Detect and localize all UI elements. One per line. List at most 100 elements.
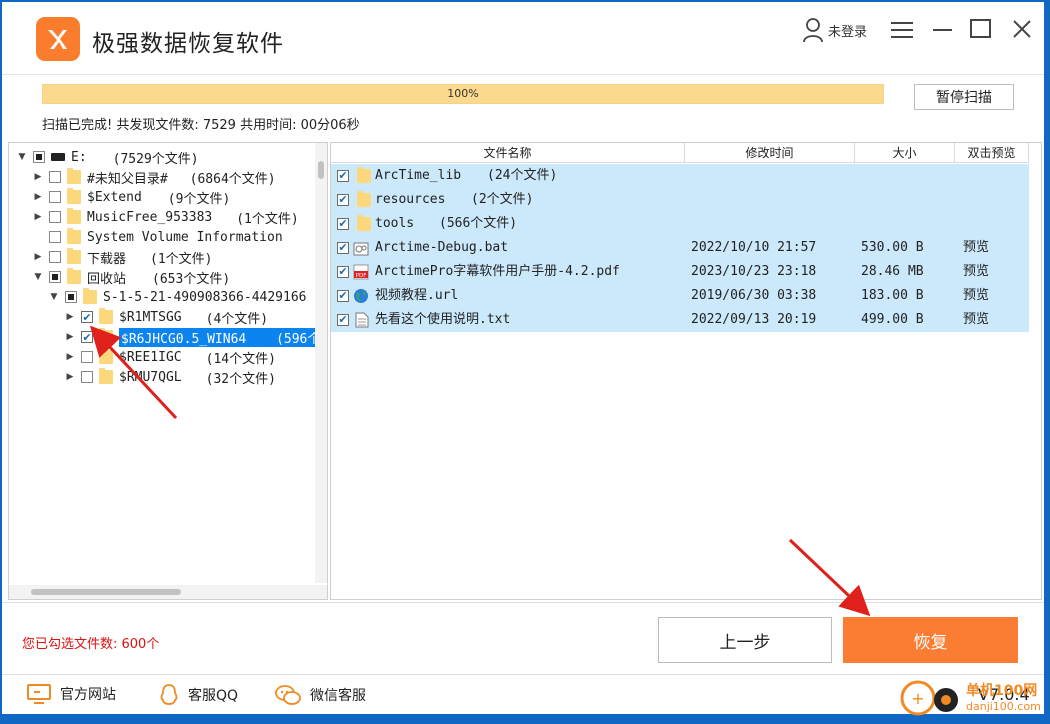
wechat-support-link[interactable]: 微信客服 xyxy=(274,683,366,707)
tree-checkbox[interactable] xyxy=(65,291,77,303)
tree-item-downloader[interactable]: ▶ 下载器 (1个文件) xyxy=(31,247,213,267)
tree-checkbox-checked[interactable]: ✔ xyxy=(81,311,93,324)
tree-item-selected: $R6JHCG0.5_WIN64 (596个 xyxy=(119,327,323,347)
official-website-link[interactable]: 官方网站 xyxy=(26,683,116,705)
expand-arrow-icon[interactable]: ▶ xyxy=(63,347,77,367)
qq-support-link[interactable]: 客服QQ xyxy=(158,683,238,707)
tree-checkbox[interactable] xyxy=(49,271,61,283)
tree-item-rmu7qgl[interactable]: ▶ $RMU7QGL (32个文件) xyxy=(63,367,276,387)
tree-item-ree1igc[interactable]: ▶ $REE1IGC (14个文件) xyxy=(63,347,276,367)
scan-progress-bar: 100% xyxy=(42,84,884,104)
tree-item-unknown-parent[interactable]: ▶ #未知父目录# (6864个文件) xyxy=(31,167,276,187)
bat-file-icon xyxy=(353,242,369,256)
tree-item-count: (6864个文件) xyxy=(189,171,276,187)
tree-item-system-volume[interactable]: System Volume Information xyxy=(45,227,283,247)
tree-checkbox[interactable] xyxy=(49,251,61,263)
file-preview-link[interactable]: 预览 xyxy=(963,284,989,308)
tree-item-label: 回收站 xyxy=(87,271,127,287)
tree-item-musicfree[interactable]: ▶ MusicFree_953383 (1个文件) xyxy=(31,207,299,227)
file-row[interactable]: ✔ tools (566个文件) xyxy=(331,212,1029,236)
user-login[interactable]: 未登录 xyxy=(802,17,867,43)
tree-item-sid-folder[interactable]: ▼ S-1-5-21-490908366-4429166 xyxy=(47,287,307,307)
pause-scan-button[interactable]: 暂停扫描 xyxy=(914,84,1014,110)
expand-arrow-icon[interactable]: ▶ xyxy=(31,167,45,187)
close-icon[interactable] xyxy=(1008,16,1038,46)
tree-item-drive-e[interactable]: ▼ E: (7529个文件) xyxy=(15,147,199,167)
tree-item-r6jhcg0[interactable]: ▶ ✔ $R6JHCG0.5_WIN64 (596个 xyxy=(63,327,323,347)
folder-icon xyxy=(99,308,113,324)
tree-checkbox[interactable] xyxy=(49,231,61,243)
file-row[interactable]: ✔ 先看这个使用说明.txt 2022/09/13 20:19 499.00 B… xyxy=(331,308,1029,332)
tree-checkbox[interactable] xyxy=(81,371,93,383)
maximize-icon[interactable] xyxy=(966,16,996,46)
file-checkbox-checked[interactable]: ✔ xyxy=(337,289,349,302)
file-row[interactable]: ✔ 视频教程.url 2019/06/30 03:38 183.00 B 预览 xyxy=(331,284,1029,308)
official-website-label: 官方网站 xyxy=(60,687,116,703)
expand-arrow-icon[interactable]: ▶ xyxy=(63,307,77,327)
column-header-size[interactable]: 大小 xyxy=(855,143,955,163)
column-header-preview[interactable]: 双击预览 xyxy=(955,143,1029,163)
expand-arrow-icon[interactable]: ▶ xyxy=(31,247,45,267)
file-row[interactable]: ✔ ArcTime_lib (24个文件) xyxy=(331,164,1029,188)
expand-arrow-icon[interactable]: ▼ xyxy=(15,147,29,167)
file-preview-link[interactable]: 预览 xyxy=(963,308,989,332)
app-title: 极强数据恢复软件 xyxy=(92,31,284,57)
action-bar: 您已勾选文件数: 600个 上一步 恢复 xyxy=(2,602,1044,675)
expand-arrow-icon[interactable]: ▶ xyxy=(31,187,45,207)
column-header-modified[interactable]: 修改时间 xyxy=(685,143,855,163)
tree-checkbox[interactable] xyxy=(49,171,61,183)
expand-arrow-icon[interactable]: ▶ xyxy=(63,367,77,387)
qq-icon xyxy=(160,684,178,705)
tree-checkbox[interactable] xyxy=(49,211,61,223)
file-preview-link[interactable]: 预览 xyxy=(963,260,989,284)
file-checkbox-checked[interactable]: ✔ xyxy=(337,241,349,254)
tree-item-extend[interactable]: ▶ $Extend (9个文件) xyxy=(31,187,230,207)
tree-checkbox[interactable] xyxy=(81,351,93,363)
watermark-title: 单机100网 xyxy=(966,683,1038,699)
file-checkbox-checked[interactable]: ✔ xyxy=(337,169,349,182)
svg-text:PDF: PDF xyxy=(356,273,367,279)
file-checkbox-checked[interactable]: ✔ xyxy=(337,265,349,278)
file-row[interactable]: ✔ resources (2个文件) xyxy=(331,188,1029,212)
collapse-arrow-icon[interactable]: ▼ xyxy=(47,287,61,307)
drive-icon xyxy=(51,153,65,161)
watermark-url: danji100.com xyxy=(966,700,1041,713)
text-file-icon xyxy=(355,312,369,328)
file-row[interactable]: ✔ PDF ArctimePro字幕软件用户手册-4.2.pdf 2023/10… xyxy=(331,260,1029,284)
tree-horizontal-scroll-thumb[interactable] xyxy=(31,589,181,595)
tree-checkbox[interactable] xyxy=(49,191,61,203)
tree-checkbox-checked[interactable]: ✔ xyxy=(81,331,93,344)
tree-item-label: #未知父目录# xyxy=(87,171,168,187)
expand-arrow-icon[interactable]: ▶ xyxy=(31,207,45,227)
minimize-icon[interactable] xyxy=(928,16,958,46)
title-bar: 极强数据恢复软件 未登录 xyxy=(2,2,1044,75)
user-login-label: 未登录 xyxy=(828,24,868,40)
file-list[interactable]: 文件名称 修改时间 大小 双击预览 ✔ ArcTime_lib (24个文件) … xyxy=(330,142,1042,600)
folder-icon xyxy=(357,190,371,207)
tree-vertical-scrollbar[interactable] xyxy=(315,143,327,583)
tree-checkbox[interactable] xyxy=(33,151,45,163)
file-checkbox-checked[interactable]: ✔ xyxy=(337,217,349,230)
column-header-name[interactable]: 文件名称 xyxy=(331,143,685,163)
tree-item-recycle-bin[interactable]: ▼ 回收站 (653个文件) xyxy=(31,267,230,287)
file-row[interactable]: ✔ Arctime-Debug.bat 2022/10/10 21:57 530… xyxy=(331,236,1029,260)
tree-vertical-scroll-thumb[interactable] xyxy=(318,161,324,179)
menu-icon[interactable] xyxy=(888,16,918,46)
collapse-arrow-icon[interactable]: ▼ xyxy=(31,267,45,287)
file-checkbox-checked[interactable]: ✔ xyxy=(337,313,349,326)
tree-horizontal-scrollbar[interactable] xyxy=(9,585,327,599)
recover-button[interactable]: 恢复 xyxy=(843,617,1018,663)
tree-item-label: $Extend xyxy=(87,189,142,205)
tree-item-count: (32个文件) xyxy=(205,371,276,387)
tree-item-r1mtsgg[interactable]: ▶ ✔ $R1MTSGG (4个文件) xyxy=(63,307,268,327)
selected-file-count: 您已勾选文件数: 600个 xyxy=(22,637,160,652)
file-preview-link[interactable]: 预览 xyxy=(963,236,989,260)
tree-item-count: (4个文件) xyxy=(205,311,269,327)
previous-step-button[interactable]: 上一步 xyxy=(658,617,832,663)
file-checkbox-checked[interactable]: ✔ xyxy=(337,193,349,206)
file-modified-time: 2023/10/23 23:18 xyxy=(691,264,817,279)
folder-tree[interactable]: ▼ E: (7529个文件) ▶ #未知父目录# (6864个文件) ▶ $Ex… xyxy=(8,142,328,600)
expand-arrow-icon[interactable]: ▶ xyxy=(63,327,77,347)
site-watermark: + 单机100网 danji100.com xyxy=(900,676,1050,720)
file-name: 视频教程.url xyxy=(375,288,459,303)
